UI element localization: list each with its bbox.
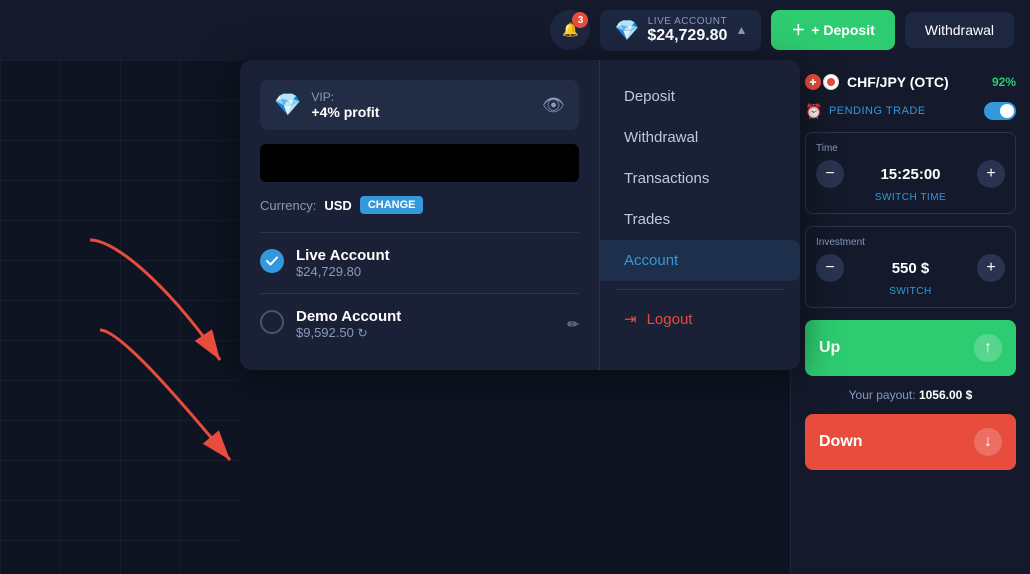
plus-icon: ＋: [791, 20, 805, 40]
logout-arrow-icon: ⇥: [624, 310, 637, 328]
pair-percentage: 92%: [992, 75, 1016, 89]
menu-withdrawal-label: Withdrawal: [624, 129, 698, 146]
menu-trades-label: Trades: [624, 211, 670, 228]
edit-icon: ✏: [567, 316, 579, 333]
vip-profit: +4% profit: [311, 104, 379, 120]
currency-label: Currency:: [260, 198, 316, 213]
clock-icon: ⏰: [805, 103, 823, 120]
vip-label: VIP:: [311, 90, 379, 104]
chart-area: 148.800 148.600: [0, 60, 240, 574]
demo-account-item[interactable]: Demo Account $9,592.50 ↻ ✏: [260, 298, 579, 350]
investment-increase-button[interactable]: +: [977, 254, 1005, 282]
demo-account-info: Demo Account $9,592.50 ↻: [296, 308, 401, 340]
investment-control: Investment − 550 $ + SWITCH: [805, 226, 1016, 308]
down-arrow-circle: ↓: [974, 428, 1002, 456]
investment-control-row: − 550 $ +: [816, 254, 1005, 282]
up-arrow-circle: ↑: [974, 334, 1002, 362]
refresh-icon: ↻: [357, 326, 367, 340]
up-button[interactable]: Up ↑: [805, 320, 1016, 376]
time-value: 15:25:00: [852, 166, 969, 183]
menu-item-transactions[interactable]: Transactions: [600, 158, 800, 199]
time-increase-button[interactable]: +: [977, 160, 1005, 188]
pair-flags: ✚: [805, 74, 839, 90]
menu-account-label: Account: [624, 252, 678, 269]
up-label: Up: [819, 339, 840, 357]
dropdown-left: 💎 VIP: +4% profit 👁 Currency: USD CHANGE: [240, 60, 600, 370]
currency-value: USD: [324, 198, 351, 213]
pending-trade-row: ⏰ PENDING TRADE: [805, 102, 1016, 120]
menu-item-account[interactable]: Account: [600, 240, 800, 281]
demo-account-balance: $9,592.50 ↻: [296, 325, 401, 340]
menu-transactions-label: Transactions: [624, 170, 709, 187]
investment-value: 550 $: [852, 260, 969, 277]
account-selector-button[interactable]: 💎 LIVE ACCOUNT $24,729.80 ▲: [600, 10, 761, 51]
time-control-row: − 15:25:00 +: [816, 160, 1005, 188]
investment-label: Investment: [816, 237, 1005, 248]
menu-item-deposit[interactable]: Deposit: [600, 76, 800, 117]
balance-black-bar: [260, 144, 579, 182]
pending-trade-label: PENDING TRADE: [829, 105, 926, 117]
menu-item-trades[interactable]: Trades: [600, 199, 800, 240]
vip-diamond-icon: 💎: [274, 92, 301, 118]
notification-button[interactable]: 🔔 3: [550, 10, 590, 50]
menu-item-withdrawal[interactable]: Withdrawal: [600, 117, 800, 158]
payout-label: Your payout:: [849, 388, 916, 402]
chf-flag: ✚: [805, 74, 821, 90]
menu-deposit-label: Deposit: [624, 88, 675, 105]
live-account-check-icon: [260, 249, 284, 273]
menu-logout-label: Logout: [647, 311, 693, 328]
dropdown-panel: 💎 VIP: +4% profit 👁 Currency: USD CHANGE: [240, 60, 800, 370]
dropdown-right: Deposit Withdrawal Transactions Trades A…: [600, 60, 800, 370]
live-account-name: Live Account: [296, 247, 390, 264]
chevron-up-icon: ▲: [735, 23, 747, 37]
switch-time-label: SWITCH TIME: [816, 192, 1005, 203]
down-label: Down: [819, 433, 863, 451]
deposit-label: + Deposit: [811, 22, 874, 38]
pending-trade-toggle[interactable]: [984, 102, 1016, 120]
time-label: Time: [816, 143, 1005, 154]
right-sidebar: ✚ CHF/JPY (OTC) 92% ⏰ PENDING TRADE Time…: [790, 60, 1030, 574]
menu-divider: [616, 289, 784, 290]
live-account-label: LIVE ACCOUNT: [647, 16, 727, 27]
currency-row: Currency: USD CHANGE: [260, 196, 579, 214]
demo-account-circle-icon: [260, 310, 284, 334]
vip-bar: 💎 VIP: +4% profit 👁: [260, 80, 579, 130]
jpy-flag: [823, 74, 839, 90]
down-button[interactable]: Down ↓: [805, 414, 1016, 470]
divider-1: [260, 232, 579, 233]
header: 🔔 3 💎 LIVE ACCOUNT $24,729.80 ▲ ＋ + Depo…: [0, 0, 1030, 60]
divider-2: [260, 293, 579, 294]
chart-grid: [0, 60, 240, 574]
demo-account-name: Demo Account: [296, 308, 401, 325]
diamond-icon: 💎: [614, 18, 639, 43]
menu-item-logout[interactable]: ⇥ Logout: [600, 298, 800, 340]
change-button[interactable]: CHANGE: [360, 196, 424, 214]
switch-investment-label: SWITCH: [816, 286, 1005, 297]
eye-button[interactable]: 👁: [542, 95, 565, 116]
live-account-item[interactable]: Live Account $24,729.80: [260, 237, 579, 289]
withdrawal-label: Withdrawal: [925, 22, 994, 38]
live-account-info: Live Account $24,729.80: [296, 247, 390, 279]
payout-row: Your payout: 1056.00 $: [805, 388, 1016, 402]
jpy-flag-inner: [827, 78, 835, 86]
live-account-amount: $24,729.80: [647, 27, 727, 45]
time-control: Time − 15:25:00 + SWITCH TIME: [805, 132, 1016, 214]
investment-decrease-button[interactable]: −: [816, 254, 844, 282]
deposit-button[interactable]: ＋ + Deposit: [771, 10, 894, 50]
notification-badge: 3: [572, 12, 588, 28]
pair-header: ✚ CHF/JPY (OTC) 92%: [805, 74, 1016, 90]
withdrawal-button[interactable]: Withdrawal: [905, 12, 1014, 48]
time-decrease-button[interactable]: −: [816, 160, 844, 188]
live-account-balance: $24,729.80: [296, 264, 390, 279]
pair-name: CHF/JPY (OTC): [847, 74, 949, 90]
payout-value: 1056.00 $: [919, 388, 972, 402]
